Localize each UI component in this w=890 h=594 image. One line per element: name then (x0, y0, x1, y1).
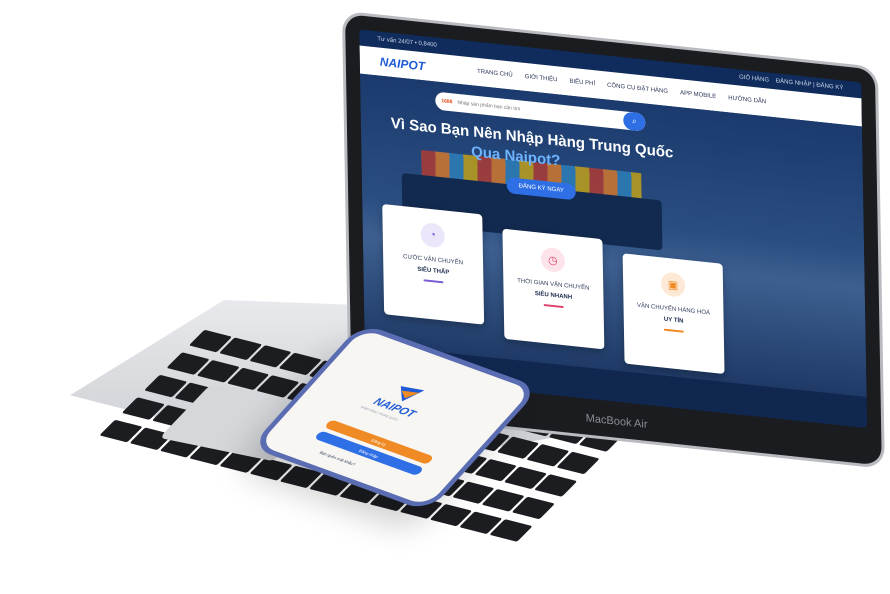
cart-link[interactable]: GIỎ HÀNG (739, 75, 769, 84)
site-logo[interactable]: NAIPOT (380, 55, 426, 74)
stopwatch-icon: ◷ (540, 246, 566, 274)
search-button[interactable]: ⌕ (623, 111, 646, 132)
search-source-logo[interactable]: 1688 (441, 98, 452, 105)
feature-card-reliable: ▣ VẬN CHUYỂN HÀNG HOÁ UY TÍN (622, 253, 725, 375)
nav-pricing[interactable]: BIỂU PHÍ (569, 79, 595, 88)
nav-app-mobile[interactable]: APP MOBILE (680, 90, 716, 100)
feature-card-shipping-cost: ◔ CƯỚC VẬN CHUYỂN SIÊU THẤP (382, 203, 485, 325)
nav-order-tool[interactable]: CÔNG CỤ ĐẶT HÀNG (607, 83, 668, 95)
forgot-password-link[interactable]: Bạn quên mật khẩu? (318, 450, 356, 467)
card-accent-line (663, 328, 684, 333)
nav-about[interactable]: GIỚI THIỆU (525, 74, 558, 83)
hotline-text: Tư vấn 24/07 • 0,8400 (377, 36, 437, 49)
piggy-bank-icon: ◔ (420, 221, 445, 249)
nav-home[interactable]: TRANG CHỦ (477, 69, 513, 79)
card-accent-line (543, 303, 564, 309)
register-link[interactable]: ĐĂNG KÝ (816, 83, 843, 92)
search-input[interactable] (457, 99, 619, 123)
hero-section: 1688 ⌕ Vì Sao Bạn Nên Nhập Hàng Trung Qu… (360, 73, 867, 397)
card-accent-line (423, 279, 444, 284)
search-icon: ⌕ (631, 116, 637, 126)
nav-guide[interactable]: HƯỚNG DẪN (728, 95, 766, 105)
delivery-truck-icon: ▣ (660, 271, 686, 298)
login-link[interactable]: ĐĂNG NHẬP (776, 78, 812, 88)
feature-card-shipping-time: ◷ THỜI GIAN VẬN CHUYỂN SIÊU NHANH (502, 228, 605, 350)
